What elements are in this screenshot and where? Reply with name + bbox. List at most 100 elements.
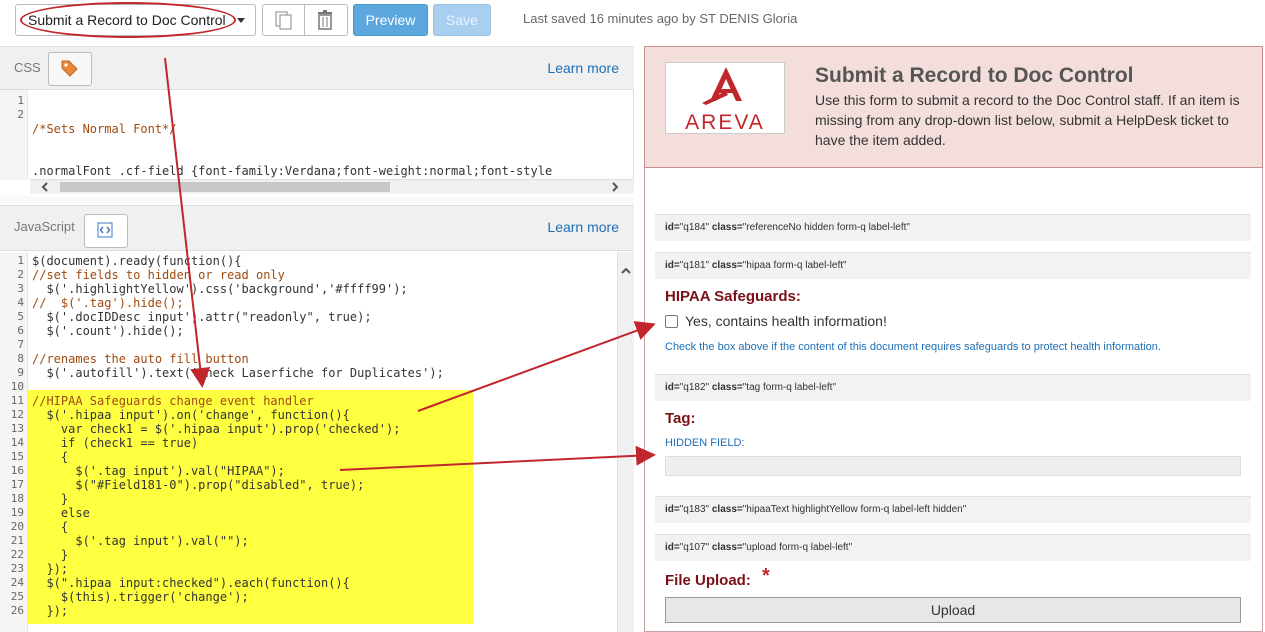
field-class: "tag form-q label-left": [742, 382, 836, 393]
hipaa-checkbox[interactable]: [665, 315, 678, 328]
field-id: "q184": [679, 222, 710, 233]
line-number: 10: [10, 380, 24, 393]
css-code-editor[interactable]: 1 2 /*Sets Normal Font*/ .normalFont .cf…: [0, 90, 634, 180]
vertical-splitter[interactable]: [634, 46, 644, 632]
hidden-field-label: HIDDEN FIELD:: [665, 437, 745, 449]
css-horizontal-scrollbar[interactable]: [30, 179, 634, 194]
field-class: "upload form-q label-left": [742, 542, 853, 553]
js-pane-header: JavaScript Learn more: [0, 205, 634, 251]
class-prefix: class=: [711, 382, 743, 393]
css-learn-more-link[interactable]: Learn more: [547, 60, 619, 76]
chevron-right-icon[interactable]: [610, 182, 620, 192]
line-number: 19: [10, 506, 24, 519]
field-id-bar: id="q182" class="tag form-q label-left": [655, 374, 1251, 401]
line-number: 1: [17, 254, 24, 267]
line-number: 17: [10, 478, 24, 491]
hipaa-checkbox-label[interactable]: Yes, contains health information!: [685, 313, 887, 329]
js-code-lines: 1 $(document).ready(function(){ 2 //set fie…: [0, 254, 615, 632]
line-number: 24: [10, 576, 24, 589]
code-line: });: [32, 604, 69, 618]
upload-field-label: File Upload:: [665, 572, 751, 589]
code-line: /*Sets Normal Font*/: [32, 122, 177, 136]
tag-field-label: Tag:: [665, 410, 696, 427]
form-description: Use this form to submit a record to the …: [815, 92, 1240, 148]
field-id-bar: id="q184" class="referenceNo hidden form…: [655, 214, 1251, 241]
line-number: 20: [10, 520, 24, 533]
css-tag-button[interactable]: [48, 52, 92, 86]
js-learn-more-link[interactable]: Learn more: [547, 219, 619, 235]
code-line: $('.tag input').val("");: [32, 534, 249, 548]
scrollbar-thumb[interactable]: [60, 182, 390, 192]
pane-splitter[interactable]: [0, 196, 634, 204]
code-line: $('.highlightYellow').css('background','…: [32, 282, 408, 296]
code-line: $(document).ready(function(){: [32, 254, 242, 268]
code-line: });: [32, 562, 69, 576]
code-icon: [97, 222, 113, 238]
js-code-button[interactable]: [84, 214, 128, 248]
code-line: $('.hipaa input').on('change', function(…: [32, 408, 350, 422]
line-number: 5: [17, 310, 24, 323]
code-line: $('.tag input').val("HIPAA");: [32, 464, 285, 478]
form-title: Submit a Record to Doc Control: [815, 64, 1134, 87]
required-indicator: *: [762, 565, 770, 587]
js-pane-label: JavaScript: [14, 219, 75, 234]
line-number: 6: [17, 324, 24, 337]
code-line: if (check1 == true): [32, 436, 199, 450]
tag-icon: [61, 60, 78, 77]
code-line: {: [32, 520, 69, 534]
code-line: $('.autofill').text('Check Laserfiche fo…: [32, 366, 444, 380]
line-number: 16: [10, 464, 24, 477]
code-line: //set fields to hidden or read only: [32, 268, 285, 282]
code-line: $('.count').hide();: [32, 324, 184, 338]
areva-logo: AREVA: [665, 62, 785, 134]
line-number: 18: [10, 492, 24, 505]
line-number: 7: [17, 338, 24, 351]
line-number: 22: [10, 548, 24, 561]
code-line: $("#Field181-0").prop("disabled", true);: [32, 478, 365, 492]
line-number: 12: [10, 408, 24, 421]
line-number: 2: [17, 268, 24, 281]
class-prefix: class=: [711, 260, 743, 271]
code-line: var check1 = $('.hipaa input').prop('che…: [32, 422, 401, 436]
line-number: 13: [10, 422, 24, 435]
class-prefix: class=: [711, 504, 743, 515]
delete-button[interactable]: [305, 4, 348, 36]
chevron-left-icon[interactable]: [40, 182, 50, 192]
upload-button[interactable]: Upload: [665, 597, 1241, 623]
line-number: 4: [17, 296, 24, 309]
line-number: 3: [17, 282, 24, 295]
tag-input[interactable]: [665, 456, 1241, 476]
code-line: // $('.tag').hide();: [32, 296, 184, 310]
chevron-down-icon: [237, 18, 245, 23]
chevron-up-icon[interactable]: [621, 266, 631, 276]
code-line: $('.docIDDesc input').attr("readonly", t…: [32, 310, 372, 324]
css-pane-label: CSS: [14, 60, 41, 75]
line-number: 26: [10, 604, 24, 617]
copy-button[interactable]: [262, 4, 305, 36]
id-prefix: id=: [665, 260, 680, 271]
field-class: "referenceNo hidden form-q label-left": [742, 222, 910, 233]
field-class: "hipaa form-q label-left": [742, 260, 847, 271]
id-prefix: id=: [665, 542, 680, 553]
code-line: .normalFont .cf-field {font-family:Verda…: [32, 164, 553, 178]
id-prefix: id=: [665, 382, 680, 393]
line-number: 23: [10, 562, 24, 575]
code-line: {: [32, 450, 69, 464]
preview-button[interactable]: Preview: [353, 4, 428, 36]
trash-icon: [318, 10, 332, 30]
code-line: }: [32, 492, 69, 506]
code-line: $(".hipaa input:checked").each(function(…: [32, 576, 350, 590]
code-line: }: [32, 548, 69, 562]
line-number: 1: [17, 94, 24, 107]
line-number: 8: [17, 352, 24, 365]
line-number: 21: [10, 534, 24, 547]
hipaa-field-label: HIPAA Safeguards:: [665, 288, 801, 305]
field-class: "hipaaText highlightYellow form-q label-…: [742, 504, 967, 515]
class-prefix: class=: [711, 222, 743, 233]
js-vertical-scrollbar[interactable]: [617, 252, 634, 632]
field-id-bar: id="q107" class="upload form-q label-lef…: [655, 534, 1251, 561]
copy-icon: [275, 11, 292, 30]
field-id-bar: id="q181" class="hipaa form-q label-left…: [655, 252, 1251, 279]
save-button[interactable]: Save: [433, 4, 491, 36]
line-number: 2: [17, 108, 24, 121]
